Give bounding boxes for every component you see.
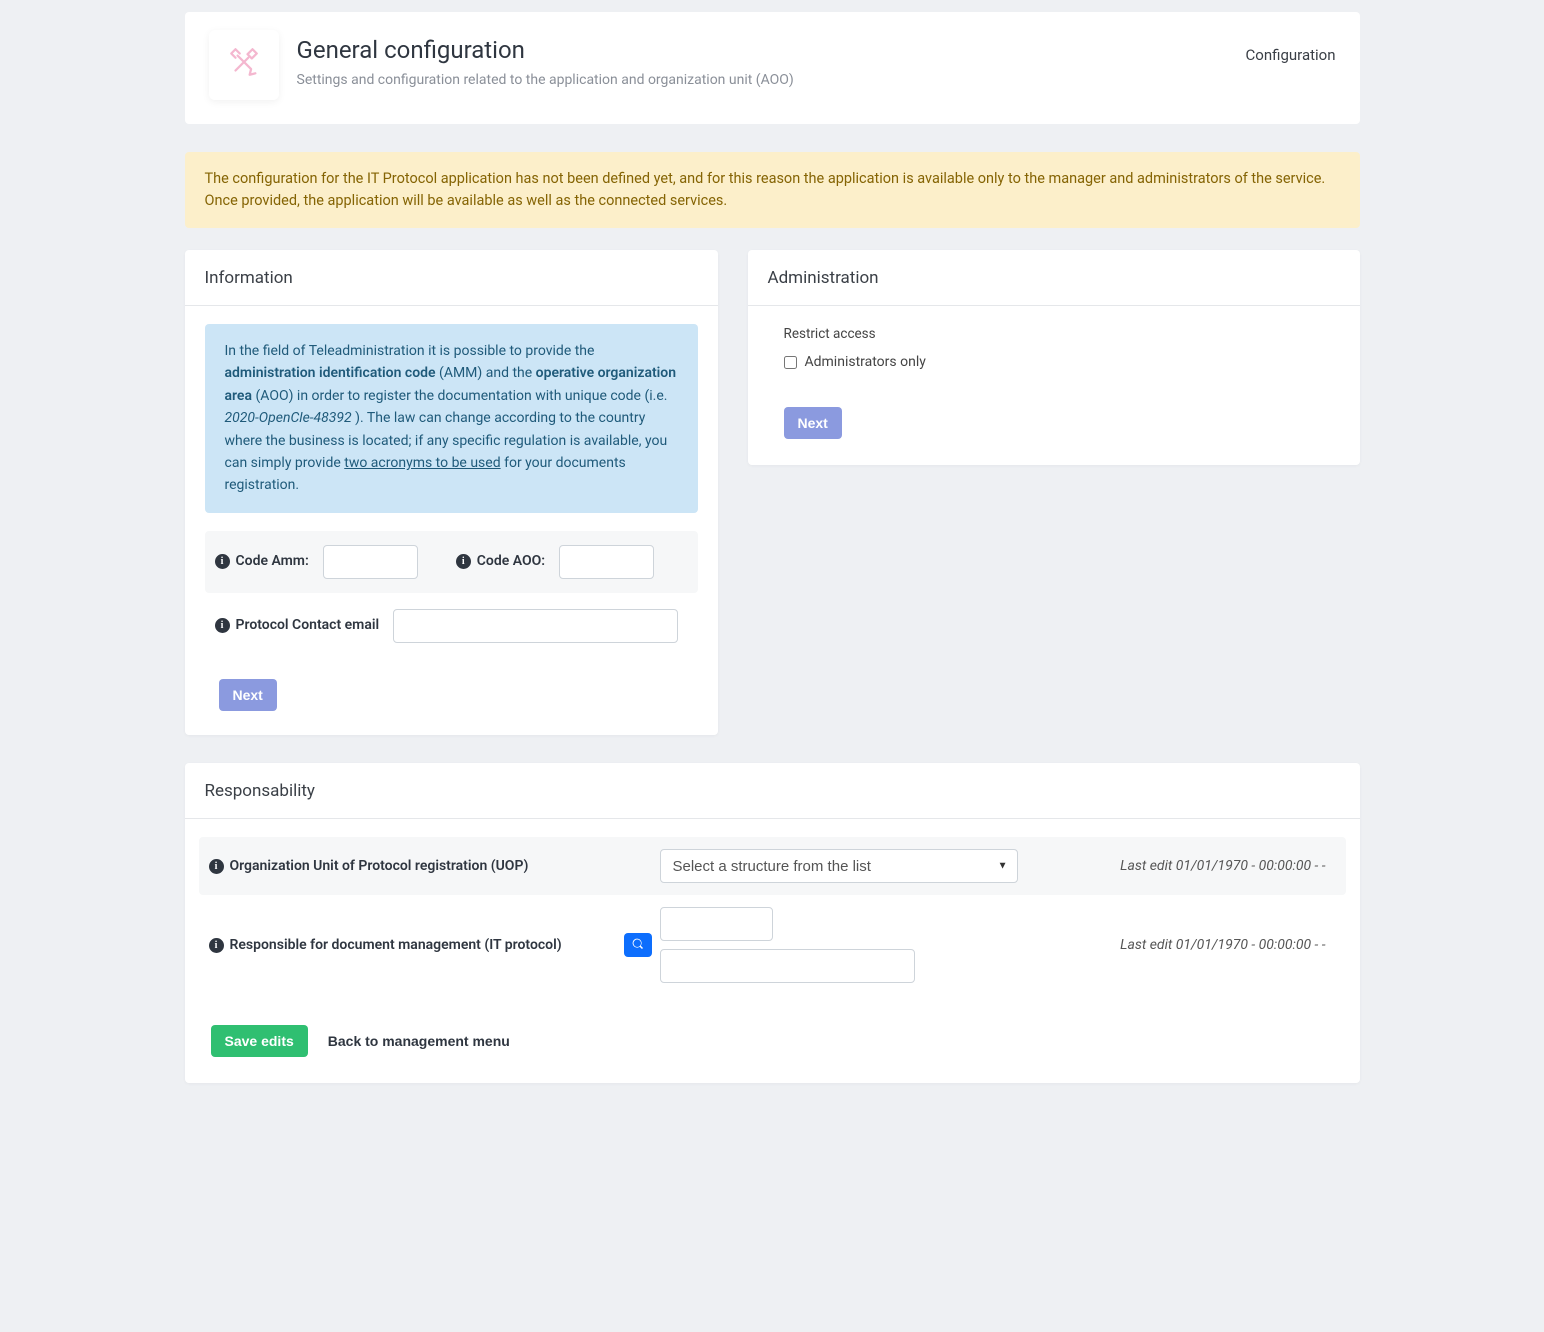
code-row: i Code Amm: i Code AOO:: [205, 531, 698, 593]
config-warning-alert: The configuration for the IT Protocol ap…: [185, 152, 1360, 228]
callout-text: (AMM) and the: [439, 365, 536, 381]
save-edits-button[interactable]: Save edits: [211, 1025, 308, 1057]
code-aoo-label-text: Code AOO:: [477, 551, 545, 572]
responsible-doc-input-2[interactable]: [660, 949, 915, 983]
callout-italic: 2020-OpenCle-48392: [225, 410, 352, 426]
information-panel: Information In the field of Teleadminist…: [185, 250, 718, 735]
callout-text: it is possible to provide the: [428, 343, 594, 359]
responsible-doc-last-edit: Last edit 01/01/1970 - 00:00:00 - -: [1028, 935, 1336, 956]
lookup-button[interactable]: [624, 933, 652, 957]
responsibility-panel: Responsability i Organization Unit of Pr…: [185, 763, 1360, 1084]
page-header: General configuration Settings and confi…: [185, 12, 1360, 124]
code-aoo-label: i Code AOO:: [456, 551, 545, 572]
contact-email-row: i Protocol Contact email: [205, 595, 698, 657]
back-to-management-button[interactable]: Back to management menu: [322, 1033, 516, 1049]
responsible-doc-row: i Responsible for document management (I…: [199, 895, 1346, 995]
code-amm-label: i Code Amm:: [215, 551, 309, 572]
restrict-access-label: Restrict access: [784, 324, 1324, 344]
uop-select-wrap: Select a structure from the list ▼: [660, 849, 1018, 883]
code-aoo-input[interactable]: [559, 545, 654, 579]
information-next-button[interactable]: Next: [219, 679, 277, 711]
administrators-only-row[interactable]: Administrators only: [784, 352, 1324, 373]
contact-email-label-text: Protocol Contact email: [236, 615, 380, 636]
responsibility-actions: Save edits Back to management menu: [199, 1017, 1346, 1057]
administration-panel-title: Administration: [748, 250, 1360, 307]
callout-bold: administration identification code: [225, 365, 436, 381]
responsible-doc-label-text: Responsible for document management (IT …: [230, 935, 562, 956]
administrators-only-label: Administrators only: [805, 352, 926, 373]
uop-last-edit: Last edit 01/01/1970 - 00:00:00 - -: [1028, 856, 1336, 877]
teleadministration-link[interactable]: Teleadministration: [309, 343, 425, 359]
acronyms-link[interactable]: two acronyms to be used: [344, 455, 500, 471]
page-subtitle: Settings and configuration related to th…: [297, 70, 1228, 91]
information-panel-title: Information: [185, 250, 718, 307]
header-icon-box: [209, 30, 279, 100]
responsible-doc-label: i Responsible for document management (I…: [209, 935, 594, 956]
uop-label: i Organization Unit of Protocol registra…: [209, 856, 594, 877]
uop-label-text: Organization Unit of Protocol registrati…: [230, 856, 529, 877]
administrators-only-checkbox[interactable]: [784, 356, 797, 369]
info-icon: i: [456, 554, 471, 569]
administration-panel: Administration Restrict access Administr…: [748, 250, 1360, 466]
administration-next-button[interactable]: Next: [784, 407, 842, 439]
information-callout: In the field of Teleadministration it is…: [205, 324, 698, 513]
responsible-doc-input-1[interactable]: [660, 907, 773, 941]
wrench-screwdriver-icon: [227, 45, 261, 86]
breadcrumb: Configuration: [1246, 30, 1336, 67]
contact-email-input[interactable]: [393, 609, 678, 643]
callout-text: (AOO) in order to register the documenta…: [255, 388, 667, 404]
uop-select[interactable]: Select a structure from the list: [660, 849, 1018, 883]
callout-text: In the field of: [225, 343, 309, 359]
page-title: General configuration: [297, 32, 1228, 68]
code-amm-label-text: Code Amm:: [236, 551, 309, 572]
info-icon: i: [215, 554, 230, 569]
responsibility-panel-title: Responsability: [185, 763, 1360, 820]
uop-row: i Organization Unit of Protocol registra…: [199, 837, 1346, 895]
code-amm-input[interactable]: [323, 545, 418, 579]
info-icon: i: [215, 618, 230, 633]
info-icon: i: [209, 859, 224, 874]
search-icon: [632, 938, 644, 953]
contact-email-label: i Protocol Contact email: [215, 615, 380, 636]
info-icon: i: [209, 938, 224, 953]
